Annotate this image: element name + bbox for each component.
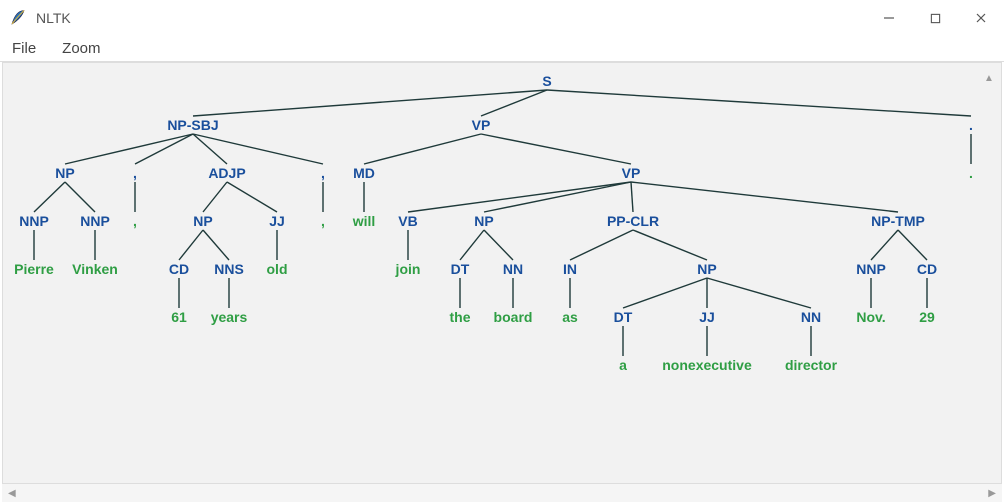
- tree-node-nn[interactable]: NN: [503, 261, 523, 277]
- tree-node-jj[interactable]: JJ: [699, 309, 715, 325]
- tree-node-dt[interactable]: DT: [614, 309, 633, 325]
- tree-leaf-board[interactable]: board: [494, 309, 533, 325]
- menubar: File Zoom: [0, 36, 1004, 62]
- tree-leaf-the[interactable]: the: [450, 309, 471, 325]
- scroll-left-icon[interactable]: ◀: [8, 488, 16, 499]
- tree-node-np[interactable]: NP: [55, 165, 74, 181]
- tree-node-cd[interactable]: CD: [169, 261, 189, 277]
- tree-leaf-29[interactable]: 29: [919, 309, 935, 325]
- tree-node--[interactable]: ,: [133, 165, 137, 181]
- vertical-scrollbar[interactable]: ▲: [981, 71, 997, 475]
- tree-leaf-will[interactable]: will: [353, 213, 376, 229]
- tree-leaf--[interactable]: ,: [321, 213, 325, 229]
- tree-leaf-a[interactable]: a: [619, 357, 627, 373]
- tree-node-dt[interactable]: DT: [451, 261, 470, 277]
- tree-node-np[interactable]: NP: [193, 213, 212, 229]
- tree-node-np-sbj[interactable]: NP-SBJ: [167, 117, 218, 133]
- tree-node-vp[interactable]: VP: [472, 117, 491, 133]
- tree-node--[interactable]: .: [969, 117, 973, 133]
- tree-node-nn[interactable]: NN: [801, 309, 821, 325]
- python-feather-icon: [8, 8, 28, 28]
- minimize-button[interactable]: [866, 0, 912, 36]
- tree-leaf-pierre[interactable]: Pierre: [14, 261, 54, 277]
- horizontal-scrollbar[interactable]: ◀ ▶: [2, 484, 1002, 502]
- tree-leaf-old[interactable]: old: [267, 261, 288, 277]
- tree-leaf--[interactable]: .: [969, 165, 973, 181]
- tree-node-nnp[interactable]: NNP: [80, 213, 110, 229]
- tree-leaf-years[interactable]: years: [211, 309, 248, 325]
- menu-zoom[interactable]: Zoom: [56, 38, 106, 59]
- tree-leaf-director[interactable]: director: [785, 357, 837, 373]
- tree-leaf-vinken[interactable]: Vinken: [72, 261, 118, 277]
- window-controls: [866, 0, 1004, 36]
- tree-leaf-as[interactable]: as: [562, 309, 578, 325]
- maximize-button[interactable]: [912, 0, 958, 36]
- tree-leaf--[interactable]: ,: [133, 213, 137, 229]
- tree-leaf-join[interactable]: join: [396, 261, 421, 277]
- tree-node-np[interactable]: NP: [474, 213, 493, 229]
- tree-node-s[interactable]: S: [542, 73, 551, 89]
- tree-node-cd[interactable]: CD: [917, 261, 937, 277]
- tree-leaf-nov-[interactable]: Nov.: [856, 309, 885, 325]
- tree-node-nns[interactable]: NNS: [214, 261, 244, 277]
- titlebar: NLTK: [0, 0, 1004, 36]
- scroll-up-icon[interactable]: ▲: [981, 71, 997, 87]
- tree-canvas[interactable]: ▲ S NP-SBJ VP. NP, ADJP, MD VP NNP NNP, NP JJ, will…: [3, 63, 1001, 483]
- close-button[interactable]: [958, 0, 1004, 36]
- scroll-right-icon[interactable]: ▶: [988, 488, 996, 499]
- tree-node-md[interactable]: MD: [353, 165, 375, 181]
- tree-node-np-tmp[interactable]: NP-TMP: [871, 213, 925, 229]
- tree-node-jj[interactable]: JJ: [269, 213, 285, 229]
- tree-leaf-nonexecutive[interactable]: nonexecutive: [662, 357, 751, 373]
- tree-node-in[interactable]: IN: [563, 261, 577, 277]
- window-title: NLTK: [36, 10, 71, 26]
- tree-node-pp-clr[interactable]: PP-CLR: [607, 213, 659, 229]
- tree-node-vp[interactable]: VP: [622, 165, 641, 181]
- tree-node--[interactable]: ,: [321, 165, 325, 181]
- tree-node-nnp[interactable]: NNP: [856, 261, 886, 277]
- tree-node-np[interactable]: NP: [697, 261, 716, 277]
- tree-node-nnp[interactable]: NNP: [19, 213, 49, 229]
- tree-leaf-61[interactable]: 61: [171, 309, 187, 325]
- menu-file[interactable]: File: [6, 38, 42, 59]
- tree-node-adjp[interactable]: ADJP: [208, 165, 245, 181]
- tree-node-vb[interactable]: VB: [398, 213, 417, 229]
- tree-canvas-wrap: ▲ S NP-SBJ VP. NP, ADJP, MD VP NNP NNP, NP JJ, will…: [2, 62, 1002, 484]
